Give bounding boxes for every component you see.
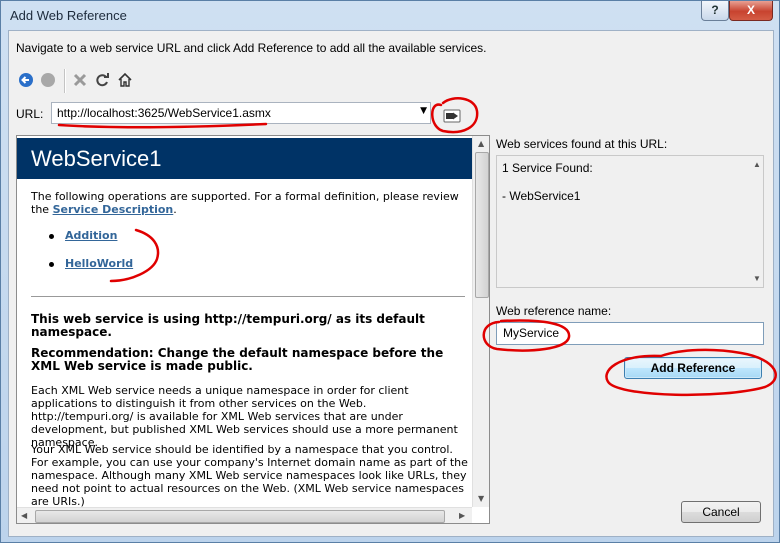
stop-icon[interactable] [71,71,89,89]
divider [31,296,465,297]
scroll-right-icon[interactable]: ▶ [459,511,465,520]
operation-addition-link[interactable]: Addition [65,229,117,242]
scroll-down-icon[interactable]: ▼ [478,494,484,503]
operations-intro: The following operations are supported. … [31,190,459,216]
home-icon[interactable] [116,71,134,89]
bullet-icon [49,234,54,239]
scroll-up-icon[interactable]: ▲ [753,160,761,169]
back-icon[interactable] [17,71,35,89]
services-count: 1 Service Found: [502,161,593,175]
reference-name-input[interactable]: MyService [496,322,764,345]
dialog-body: Navigate to a web service URL and click … [8,30,774,537]
help-button[interactable]: ? [701,1,729,21]
service-title: WebService1 [31,146,162,171]
reference-name-label: Web reference name: [496,304,612,318]
horizontal-scrollbar[interactable]: ◀ ▶ [17,507,472,523]
namespace-heading: This web service is using http://tempuri… [31,312,425,339]
namespace-paragraph-2: Your XML Web service should be identifie… [31,443,468,507]
go-arrow-icon[interactable] [443,109,461,123]
chevron-down-icon[interactable]: ▼ [420,106,427,116]
bullet-icon [49,262,54,267]
vertical-scroll-thumb[interactable] [475,152,489,298]
cancel-button[interactable]: Cancel [681,501,761,523]
window-title: Add Web Reference [10,8,127,23]
services-found-list[interactable]: 1 Service Found: - WebService1 ▲ ▼ [496,155,764,288]
add-web-reference-dialog: Add Web Reference ? X Navigate to a web … [0,0,780,543]
service-page: WebService1 The following operations are… [17,136,472,507]
url-label: URL: [16,107,44,121]
forward-icon[interactable] [39,71,57,89]
refresh-icon[interactable] [93,71,111,89]
url-combobox[interactable]: http://localhost:3625/WebService1.asmx ▼ [51,102,431,124]
scroll-left-icon[interactable]: ◀ [21,511,27,520]
namespace-paragraph-1: Each XML Web service needs a unique name… [31,384,458,449]
operation-helloworld-link[interactable]: HelloWorld [65,257,133,270]
title-bar: Add Web Reference ? X [1,1,779,29]
reference-name-value: MyService [503,326,560,340]
scroll-up-icon[interactable]: ▲ [478,139,484,148]
recommendation-heading: Recommendation: Change the default names… [31,346,444,373]
add-reference-button[interactable]: Add Reference [624,357,762,379]
scroll-down-icon[interactable]: ▼ [753,274,761,283]
service-header: WebService1 [17,138,472,179]
vertical-scrollbar[interactable]: ▲ ▼ [472,136,489,507]
toolbar-separator [64,69,66,93]
list-item: - WebService1 [502,189,581,203]
close-button[interactable]: X [729,1,773,21]
url-value: http://localhost:3625/WebService1.asmx [57,106,271,120]
intro-text: Navigate to a web service URL and click … [16,41,487,55]
service-browser-pane[interactable]: WebService1 The following operations are… [16,135,490,524]
service-description-link[interactable]: Service Description [53,203,174,216]
horizontal-scroll-thumb[interactable] [35,510,445,523]
services-found-label: Web services found at this URL: [496,137,668,151]
